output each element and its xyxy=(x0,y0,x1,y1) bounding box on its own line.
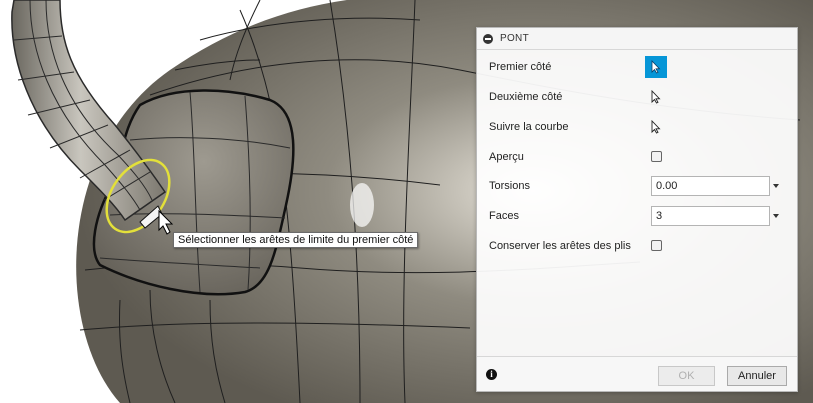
follow-curve-label: Suivre la courbe xyxy=(489,121,569,133)
select-arrow-icon xyxy=(651,120,661,134)
dialog-title: PONT xyxy=(500,33,529,44)
dialog-header[interactable]: PONT xyxy=(477,28,797,50)
follow-curve-select-button[interactable] xyxy=(645,116,667,138)
dialog-footer: i OK Annuler xyxy=(477,356,797,391)
chevron-down-icon[interactable] xyxy=(773,184,779,188)
select-arrow-icon xyxy=(651,90,661,104)
keep-crease-checkbox[interactable] xyxy=(651,240,662,251)
row-follow-curve: Suivre la courbe xyxy=(477,115,797,139)
preview-checkbox[interactable] xyxy=(651,151,662,162)
faces-label: Faces xyxy=(489,210,519,222)
chevron-down-icon[interactable] xyxy=(773,214,779,218)
row-preview: Aperçu xyxy=(477,145,797,169)
faces-input[interactable]: 3 xyxy=(651,206,770,226)
cancel-button[interactable]: Annuler xyxy=(727,366,787,386)
row-first-side: Premier côté xyxy=(477,55,797,79)
preview-label: Aperçu xyxy=(489,151,524,163)
twists-label: Torsions xyxy=(489,180,530,192)
first-side-select-button[interactable] xyxy=(645,56,667,78)
first-side-label: Premier côté xyxy=(489,61,552,73)
second-side-label: Deuxième côté xyxy=(489,91,563,103)
info-icon[interactable]: i xyxy=(486,369,497,380)
select-arrow-icon xyxy=(651,60,661,74)
bridge-dialog[interactable]: PONT Premier côté Deuxième côté Suivre l… xyxy=(476,27,798,392)
row-keep-crease-edges: Conserver les arêtes des plis xyxy=(477,234,797,258)
second-side-select-button[interactable] xyxy=(645,86,667,108)
row-faces: Faces 3 xyxy=(477,204,797,228)
twists-input[interactable]: 0.00 xyxy=(651,176,770,196)
minus-circle-icon[interactable] xyxy=(483,33,493,44)
selection-tooltip: Sélectionner les arêtes de limite du pre… xyxy=(173,232,419,248)
ok-button[interactable]: OK xyxy=(658,366,715,386)
keep-crease-label: Conserver les arêtes des plis xyxy=(489,240,631,252)
row-second-side: Deuxième côté xyxy=(477,85,797,109)
row-twists: Torsions 0.00 xyxy=(477,174,797,198)
